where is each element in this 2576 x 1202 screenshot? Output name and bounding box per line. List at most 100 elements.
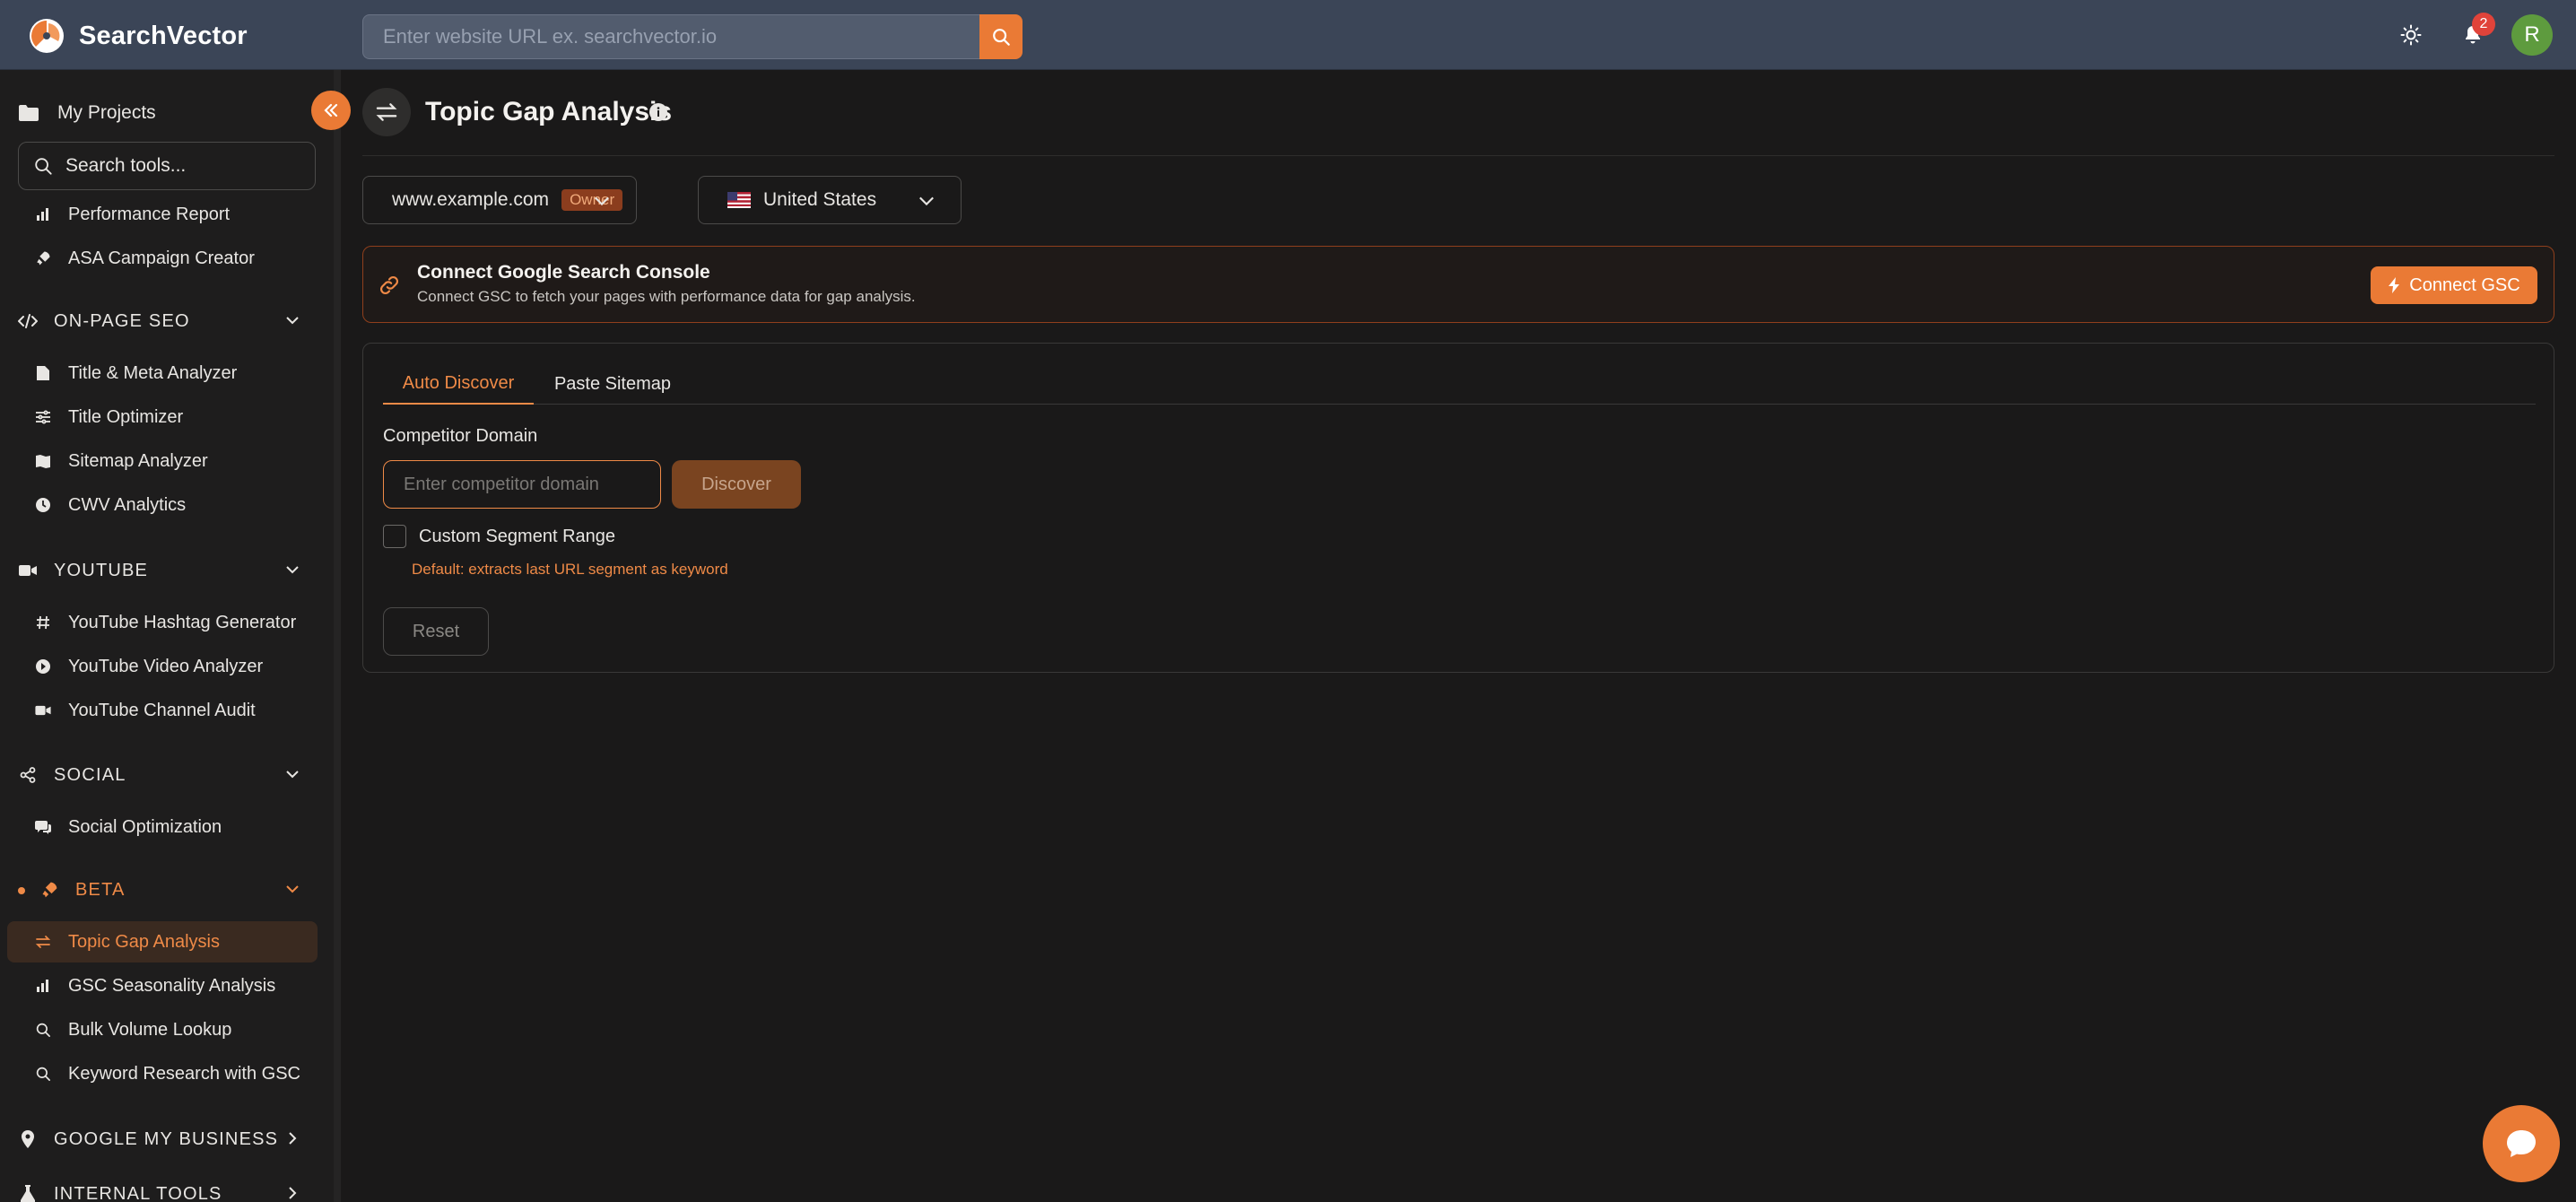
custom-segment-checkbox[interactable]: [383, 525, 406, 548]
video-icon: [34, 701, 52, 719]
url-search-button[interactable]: [979, 14, 1023, 59]
search-icon: [34, 1065, 52, 1083]
user-avatar[interactable]: R: [2511, 14, 2553, 56]
section-label: SOCIAL: [54, 764, 126, 785]
reset-button[interactable]: Reset: [383, 607, 489, 656]
search-icon: [993, 29, 1010, 46]
sidebar-item-cwv-analytics[interactable]: CWV Analytics: [7, 484, 318, 526]
connect-gsc-button[interactable]: Connect GSC: [2371, 266, 2537, 304]
sidebar-edge: [334, 70, 341, 1202]
page-title: Topic Gap Analysis: [425, 97, 673, 126]
country-select[interactable]: United States: [698, 176, 962, 224]
sidebar-item-label: Topic Gap Analysis: [68, 931, 220, 952]
us-flag-icon: [727, 192, 751, 208]
clock-icon: [34, 496, 52, 514]
sidebar-item-title-optimizer[interactable]: Title Optimizer: [7, 396, 318, 438]
sidebar-item-sitemap-analyzer[interactable]: Sitemap Analyzer: [7, 440, 318, 482]
gsc-connect-banner: Connect Google Search Console Connect GS…: [362, 246, 2554, 323]
sidebar: My Projects Performance Report ASA Campa…: [0, 70, 334, 1202]
discover-panel: Auto Discover Paste Sitemap Competitor D…: [362, 343, 2554, 673]
section-on-page-seo[interactable]: ON-PAGE SEO: [7, 300, 318, 342]
section-label: BETA: [75, 879, 126, 900]
section-internal-tools[interactable]: INTERNAL TOOLS: [7, 1173, 318, 1202]
gsc-banner-subtitle: Connect GSC to fetch your pages with per…: [417, 288, 916, 305]
map-pin-icon: [18, 1129, 38, 1149]
sidebar-item-youtube-video-analyzer[interactable]: YouTube Video Analyzer: [7, 646, 318, 687]
discover-button[interactable]: Discover: [672, 460, 801, 509]
sidebar-item-label: Title Optimizer: [68, 406, 184, 427]
swap-icon: [34, 933, 52, 951]
folder-icon: [18, 104, 41, 122]
app-logo[interactable]: SearchVector: [29, 18, 248, 54]
logo-mark-icon: [30, 19, 64, 53]
info-icon[interactable]: [648, 102, 668, 122]
bolt-icon: [2389, 277, 2400, 293]
sidebar-item-gsc-seasonality-analysis[interactable]: GSC Seasonality Analysis: [7, 965, 318, 1006]
competitor-domain-input[interactable]: [383, 460, 661, 509]
video-icon: [18, 561, 38, 580]
sidebar-item-youtube-hashtag-generator[interactable]: YouTube Hashtag Generator: [7, 602, 318, 643]
my-projects-label: My Projects: [57, 102, 156, 123]
gsc-banner-title: Connect Google Search Console: [417, 262, 710, 283]
competitor-domain-label: Competitor Domain: [383, 426, 538, 446]
section-label: YOUTUBE: [54, 560, 149, 580]
chevron-down-icon: [286, 885, 299, 893]
chevron-down-icon: [286, 317, 299, 325]
chevron-right-icon: [289, 1132, 297, 1145]
notifications-button[interactable]: 2: [2456, 13, 2495, 52]
hash-icon: [34, 614, 52, 631]
section-label: ON-PAGE SEO: [54, 310, 190, 331]
tab-paste-sitemap[interactable]: Paste Sitemap: [534, 363, 692, 405]
sidebar-item-label: Performance Report: [68, 204, 231, 224]
sun-icon: [2400, 24, 2422, 46]
sidebar-item-asa-campaign-creator[interactable]: ASA Campaign Creator: [7, 238, 318, 279]
panel-tabs: Auto Discover Paste Sitemap: [383, 363, 2536, 405]
sidebar-item-label: YouTube Hashtag Generator: [68, 612, 297, 632]
section-youtube[interactable]: YOUTUBE: [7, 550, 318, 591]
section-google-my-business[interactable]: GOOGLE MY BUSINESS: [7, 1119, 318, 1160]
sidebar-item-social-optimization[interactable]: Social Optimization: [7, 806, 318, 848]
chevron-down-icon: [286, 566, 299, 574]
play-circle-icon: [34, 658, 52, 675]
url-input[interactable]: [362, 14, 979, 59]
sidebar-item-label: GSC Seasonality Analysis: [68, 975, 276, 996]
chat-bubble-icon: [2507, 1130, 2536, 1157]
chevron-right-icon: [289, 1187, 297, 1199]
country-select-value: United States: [763, 189, 877, 210]
sidebar-item-label: Bulk Volume Lookup: [68, 1019, 232, 1040]
theme-toggle-button[interactable]: [2394, 18, 2428, 52]
sidebar-item-youtube-channel-audit[interactable]: YouTube Channel Audit: [7, 690, 318, 731]
chat-widget-button[interactable]: [2483, 1105, 2560, 1182]
sidebar-item-title-meta-analyzer[interactable]: Title & Meta Analyzer: [7, 353, 318, 394]
chat-icon: [34, 818, 52, 836]
sidebar-item-topic-gap-analysis[interactable]: Topic Gap Analysis: [7, 921, 318, 962]
app-name: SearchVector: [79, 21, 248, 50]
section-social[interactable]: SOCIAL: [7, 754, 318, 796]
my-projects-link[interactable]: My Projects: [18, 95, 156, 131]
file-icon: [34, 364, 52, 382]
chevrons-left-icon: [324, 103, 338, 118]
sidebar-item-performance-report[interactable]: Performance Report: [7, 194, 318, 235]
sidebar-item-bulk-volume-lookup[interactable]: Bulk Volume Lookup: [7, 1009, 318, 1050]
map-icon: [34, 452, 52, 470]
sidebar-item-label: YouTube Video Analyzer: [68, 656, 264, 676]
collapse-sidebar-button[interactable]: [311, 91, 351, 130]
notification-count-badge: 2: [2472, 13, 2495, 36]
active-dot: [18, 887, 25, 894]
bar-chart-icon: [34, 205, 52, 223]
page-icon-badge: [362, 88, 411, 136]
sidebar-item-label: YouTube Channel Audit: [68, 700, 256, 720]
url-search-bar: [362, 14, 1023, 59]
connect-gsc-label: Connect GSC: [2409, 274, 2520, 295]
sidebar-item-label: ASA Campaign Creator: [68, 248, 255, 268]
sidebar-item-keyword-research-gsc[interactable]: Keyword Research with GSC: [7, 1053, 318, 1094]
section-label: INTERNAL TOOLS: [54, 1183, 222, 1202]
flask-icon: [18, 1184, 38, 1202]
site-select[interactable]: www.example.com Owner: [362, 176, 637, 224]
tool-search-input[interactable]: [65, 155, 308, 177]
section-beta[interactable]: BETA: [7, 869, 318, 910]
sidebar-item-label: Title & Meta Analyzer: [68, 362, 238, 383]
tab-auto-discover[interactable]: Auto Discover: [383, 363, 534, 405]
chevron-down-icon: [595, 196, 609, 206]
section-label: GOOGLE MY BUSINESS: [54, 1128, 279, 1149]
